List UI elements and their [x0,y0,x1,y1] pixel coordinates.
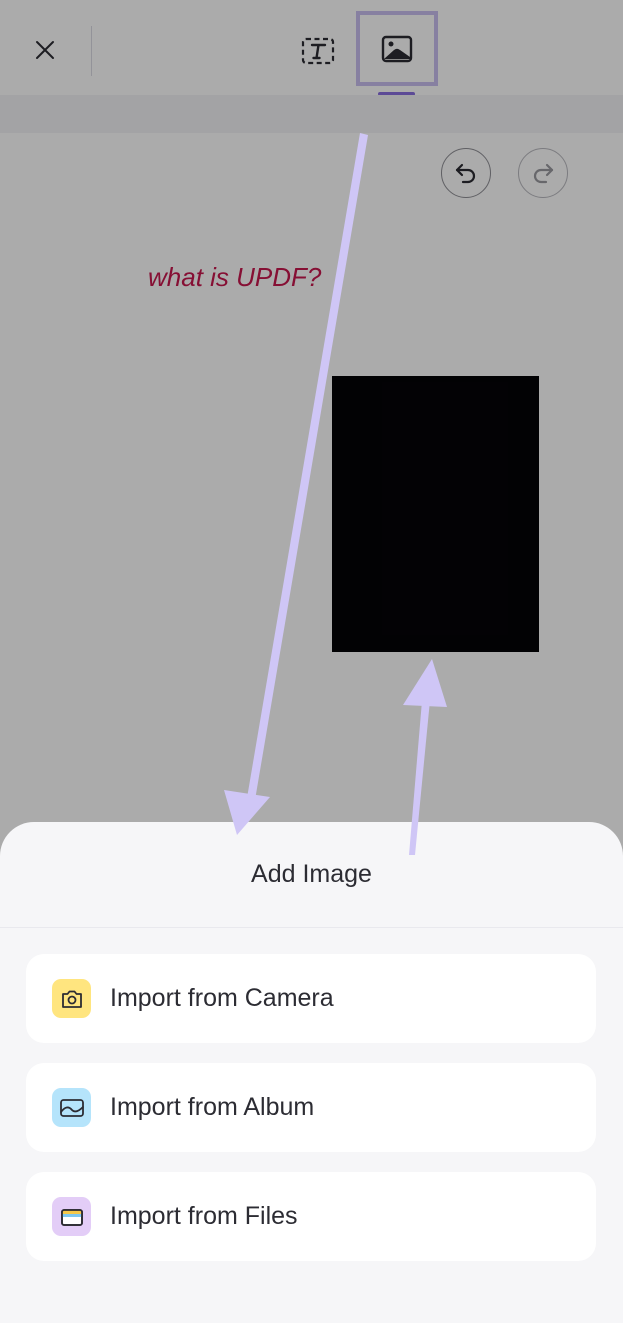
folder-icon [52,1197,91,1236]
camera-icon [52,979,91,1018]
import-from-camera-option[interactable]: Import from Camera [26,954,596,1043]
sheet-divider [0,927,623,928]
option-label: Import from Files [110,1202,298,1230]
sheet-title: Add Image [251,860,372,888]
option-label: Import from Album [110,1093,315,1121]
import-from-album-option[interactable]: Import from Album [26,1063,596,1152]
add-image-sheet: Add Image Import from Camera Import from… [0,822,623,1323]
album-icon [52,1088,91,1127]
option-label: Import from Camera [110,984,334,1012]
import-from-files-option[interactable]: Import from Files [26,1172,596,1261]
